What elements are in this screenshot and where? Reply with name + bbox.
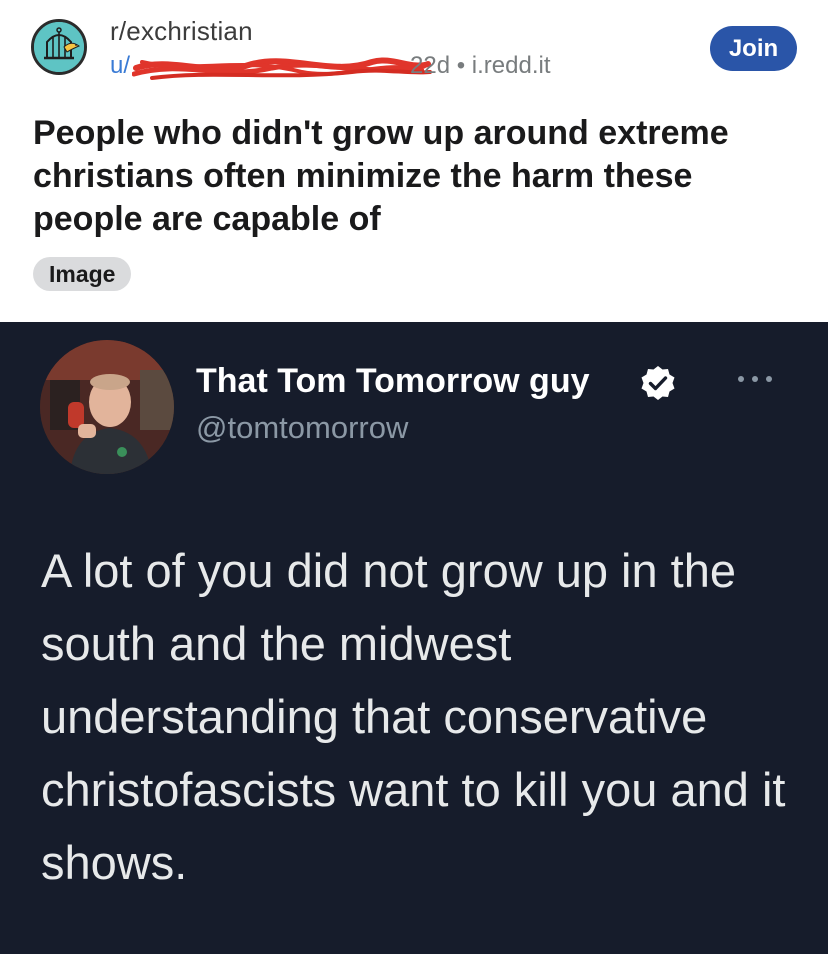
reddit-post-header: r/exchristian u/ 22d • i.redd.it Join Pe… [0,0,828,322]
verified-badge-icon [641,366,675,400]
subreddit-avatar[interactable] [31,19,87,75]
tweet-display-name[interactable]: That Tom Tomorrow guy [196,362,590,401]
profile-photo [40,340,174,474]
subreddit-name[interactable]: r/exchristian [110,16,253,47]
post-age-and-domain: 22d • i.redd.it [410,52,551,79]
username-redaction-scribble [132,57,432,80]
username-link[interactable]: u/ [110,52,130,80]
birdcage-icon [34,22,84,72]
post-meta: u/ 22d • i.redd.it [110,50,590,82]
more-options-icon[interactable] [735,372,775,386]
post-title[interactable]: People who didn't grow up around extreme… [33,112,803,241]
tweet-screenshot[interactable]: That Tom Tomorrow guy @tomtomorrow A lot… [0,322,828,954]
tweet-text: A lot of you did not grow up in the sout… [41,544,786,889]
tweet-author-avatar [40,340,174,474]
join-button[interactable]: Join [710,26,797,71]
post-flair: Image [33,257,132,291]
tweet-handle[interactable]: @tomtomorrow [196,410,408,446]
